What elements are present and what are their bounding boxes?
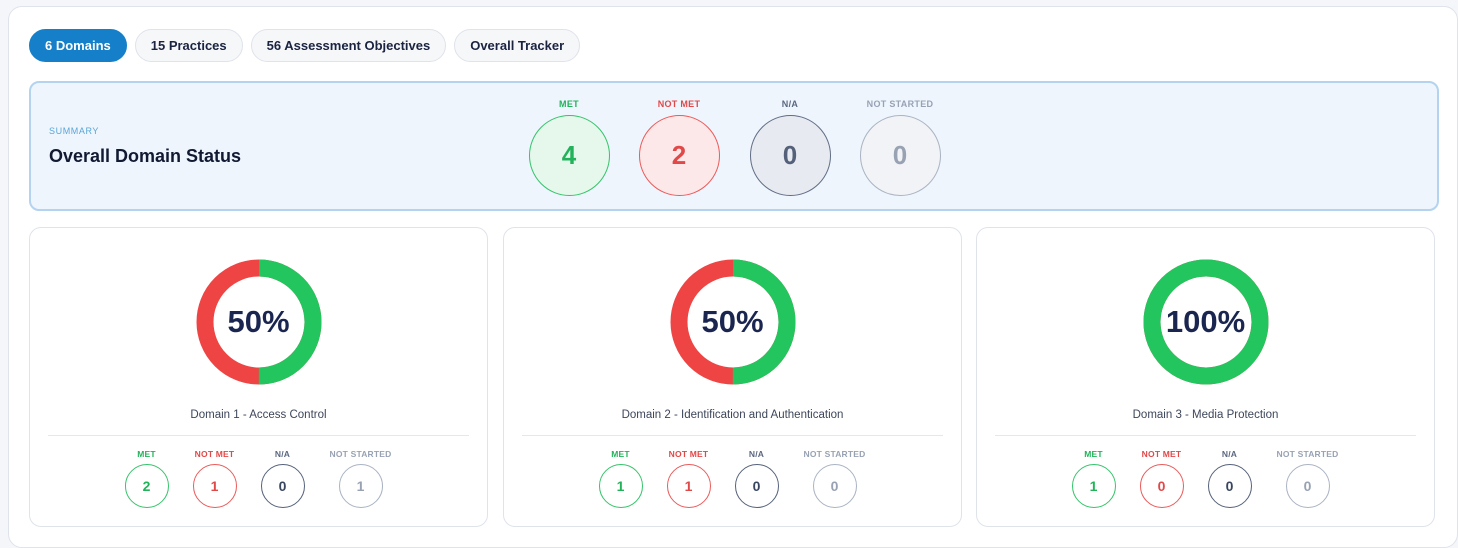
stat-label: N/A [274, 449, 291, 459]
domain-stats: MET 1 NOT MET 0 N/A 0 NOT STARTED 0 [977, 447, 1434, 508]
domain-title: Domain 1 - Access Control [190, 409, 327, 421]
divider [522, 435, 943, 436]
stat-label: NOT STARTED [803, 449, 866, 459]
stat-na: N/A 0 [253, 447, 313, 508]
tab-overall-tracker[interactable]: Overall Tracker [454, 29, 581, 62]
stat-not-started: NOT STARTED 1 [321, 447, 401, 508]
stat-not-met: NOT MET 1 [659, 447, 719, 508]
stat-count: 0 [859, 115, 941, 196]
stat-count: 0 [1207, 464, 1252, 508]
stat-count: 0 [749, 115, 831, 196]
stat-label: MET [137, 449, 156, 459]
stat-count: 0 [734, 464, 779, 508]
domain-stats: MET 2 NOT MET 1 N/A 0 NOT STARTED 1 [30, 447, 487, 508]
stat-label: NOT MET [194, 449, 235, 459]
summary-stat-met: MET 4 [527, 97, 611, 196]
stat-label: MET [1084, 449, 1103, 459]
summary-title: Overall Domain Status [49, 146, 242, 166]
stat-count: 0 [1285, 464, 1330, 508]
stat-label: N/A [1221, 449, 1238, 459]
stat-met: MET 2 [117, 447, 177, 508]
domain-stats: MET 1 NOT MET 1 N/A 0 NOT STARTED 0 [504, 447, 961, 508]
summary-stat-na: N/A 0 [748, 97, 832, 196]
tab-domains[interactable]: 6 Domains [29, 29, 127, 62]
stat-count: 0 [260, 464, 305, 508]
domain-title: Domain 2 - Identification and Authentica… [621, 409, 844, 421]
stat-count: 4 [528, 115, 610, 196]
summary-stat-not-met: NOT MET 2 [637, 97, 721, 196]
stat-count: 2 [638, 115, 720, 196]
summary-kicker: SUMMARY [49, 126, 100, 136]
stat-count: 1 [666, 464, 711, 508]
stat-count: 0 [812, 464, 857, 508]
stat-label: MET [559, 99, 579, 109]
completion-donut: 50% [669, 258, 797, 386]
completion-percent: 50% [227, 304, 290, 339]
divider [995, 435, 1416, 436]
stat-met: MET 1 [591, 447, 651, 508]
stat-count: 2 [124, 464, 169, 508]
completion-percent: 100% [1165, 304, 1246, 339]
dashboard-panel: 6 Domains 15 Practices 56 Assessment Obj… [8, 6, 1458, 548]
domain-card[interactable]: 50% Domain 2 - Identification and Authen… [503, 227, 962, 527]
tab-practices[interactable]: 15 Practices [134, 29, 243, 62]
stat-na: N/A 0 [1200, 447, 1260, 508]
tab-bar: 6 Domains 15 Practices 56 Assessment Obj… [29, 29, 581, 62]
stat-label: N/A [781, 99, 799, 109]
completion-donut: 50% [195, 258, 323, 386]
summary-panel: SUMMARY Overall Domain Status MET 4 NOT … [29, 81, 1439, 211]
stat-not-started: NOT STARTED 0 [1268, 447, 1348, 508]
stat-count: 1 [598, 464, 643, 508]
stat-not-met: NOT MET 1 [185, 447, 245, 508]
stat-met: MET 1 [1064, 447, 1124, 508]
stat-count: 1 [192, 464, 237, 508]
completion-donut: 100% [1142, 258, 1270, 386]
stat-count: 1 [338, 464, 383, 508]
domain-card[interactable]: 50% Domain 1 - Access Control MET 2 NOT … [29, 227, 488, 527]
stat-label: NOT STARTED [866, 99, 934, 109]
stat-na: N/A 0 [727, 447, 787, 508]
stat-label: N/A [748, 449, 765, 459]
domain-title: Domain 3 - Media Protection [1132, 409, 1279, 421]
stat-label: NOT STARTED [329, 449, 392, 459]
stat-label: NOT STARTED [1276, 449, 1339, 459]
stat-label: NOT MET [657, 99, 701, 109]
tab-assessment-objectives[interactable]: 56 Assessment Objectives [250, 29, 447, 62]
stat-not-met: NOT MET 0 [1132, 447, 1192, 508]
completion-percent: 50% [701, 304, 764, 339]
divider [48, 435, 469, 436]
stat-label: NOT MET [668, 449, 709, 459]
stat-count: 0 [1139, 464, 1184, 508]
stat-not-started: NOT STARTED 0 [795, 447, 875, 508]
stat-label: NOT MET [1141, 449, 1182, 459]
stat-label: MET [611, 449, 630, 459]
summary-stat-not-started: NOT STARTED 0 [858, 97, 942, 196]
stat-count: 1 [1071, 464, 1116, 508]
domain-card[interactable]: 100% Domain 3 - Media Protection MET 1 N… [976, 227, 1435, 527]
